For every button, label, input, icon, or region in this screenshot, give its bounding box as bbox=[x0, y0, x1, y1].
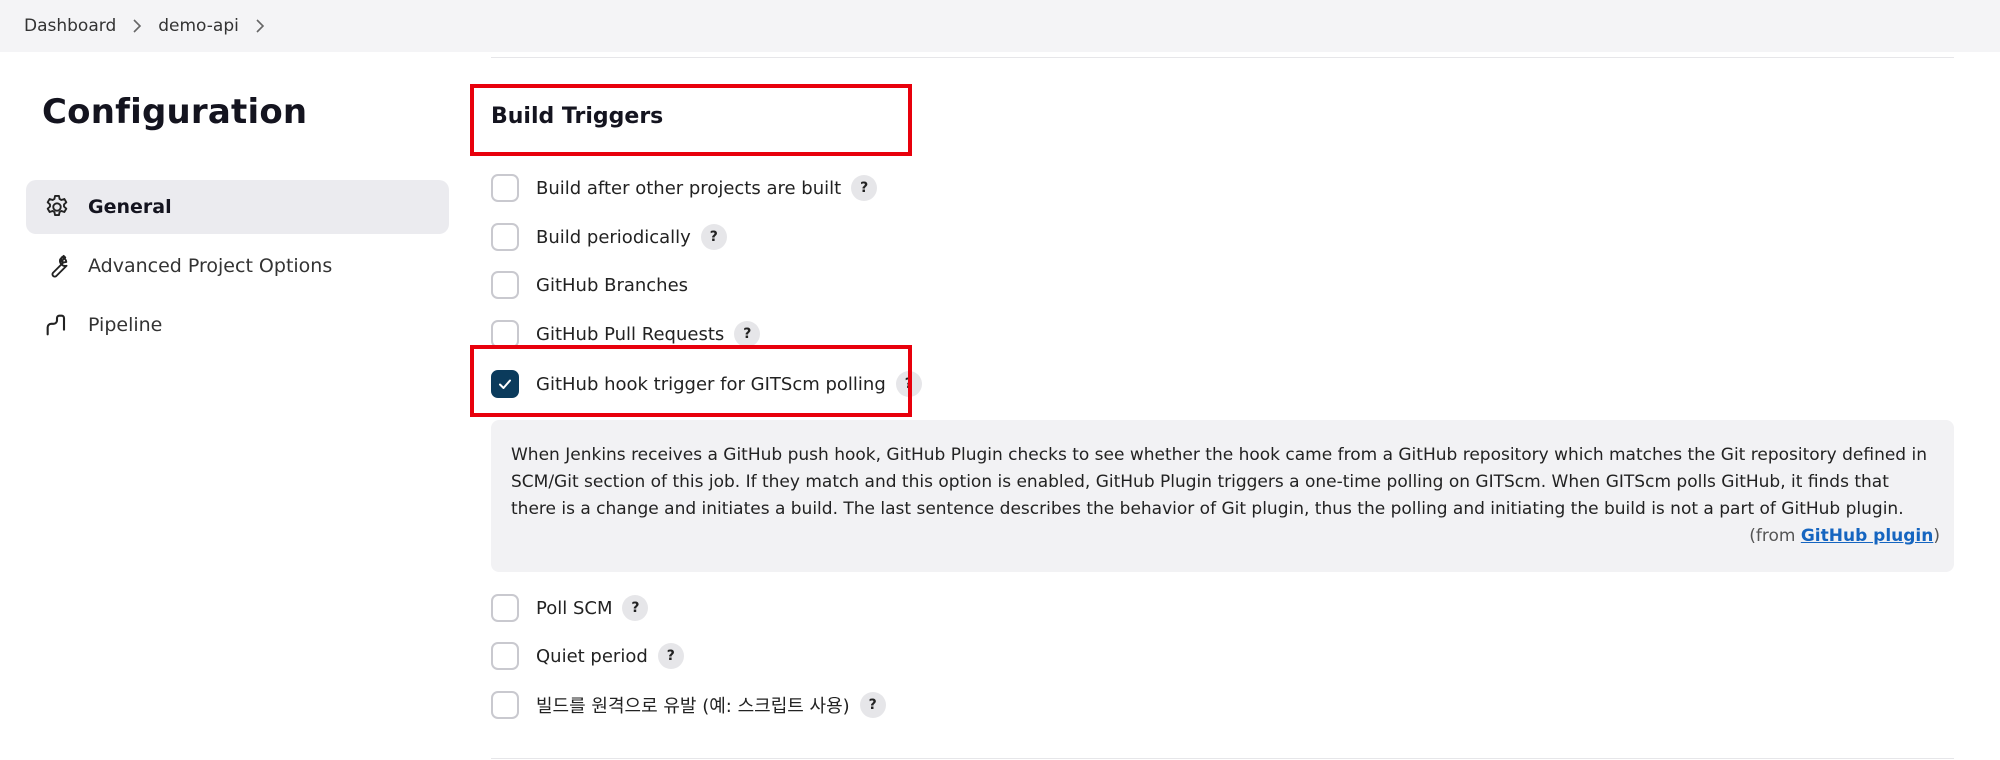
trigger-label[interactable]: GitHub Pull Requests bbox=[536, 324, 724, 345]
help-icon[interactable]: ? bbox=[700, 224, 727, 250]
trigger-label[interactable]: Build after other projects are built bbox=[536, 178, 841, 199]
help-source: (from GitHub plugin) bbox=[511, 523, 1940, 550]
trigger-quiet-period: Quiet period ? bbox=[491, 641, 684, 671]
chevron-right-icon bbox=[116, 16, 158, 36]
breadcrumb: Dashboard demo-api bbox=[0, 0, 2000, 52]
breadcrumb-demo-api[interactable]: demo-api bbox=[158, 16, 239, 36]
sidebar-item-label: Advanced Project Options bbox=[88, 255, 333, 277]
trigger-build-after-other-projects: Build after other projects are built ? bbox=[491, 173, 878, 203]
help-icon[interactable]: ? bbox=[851, 175, 878, 201]
checkbox[interactable] bbox=[491, 642, 519, 670]
sidebar-item-general[interactable]: General bbox=[26, 180, 449, 234]
checkbox[interactable] bbox=[491, 691, 519, 719]
checkbox[interactable] bbox=[491, 223, 519, 251]
gear-icon bbox=[42, 192, 72, 222]
section-title: Build Triggers bbox=[491, 104, 664, 129]
section-divider bbox=[491, 758, 1954, 759]
trigger-label[interactable]: Poll SCM bbox=[536, 598, 612, 619]
page-title: Configuration bbox=[42, 92, 308, 132]
help-panel: When Jenkins receives a GitHub push hook… bbox=[491, 420, 1954, 572]
chevron-right-icon[interactable] bbox=[239, 16, 281, 36]
help-text: When Jenkins receives a GitHub push hook… bbox=[511, 445, 1927, 519]
checkbox[interactable] bbox=[491, 271, 519, 299]
trigger-label[interactable]: Build periodically bbox=[536, 227, 691, 248]
sidebar-item-label: General bbox=[88, 196, 172, 218]
help-icon[interactable]: ? bbox=[734, 321, 761, 347]
option-highlight-box bbox=[470, 345, 912, 417]
checkbox[interactable] bbox=[491, 174, 519, 202]
trigger-label[interactable]: 빌드를 원격으로 유발 (예: 스크립트 사용) bbox=[536, 692, 850, 718]
sidebar-item-label: Pipeline bbox=[88, 314, 163, 336]
trigger-label[interactable]: GitHub Branches bbox=[536, 275, 688, 296]
checkbox[interactable] bbox=[491, 594, 519, 622]
sidebar-item-advanced-project-options[interactable]: Advanced Project Options bbox=[26, 239, 449, 293]
trigger-github-branches: GitHub Branches bbox=[491, 270, 688, 300]
help-icon[interactable]: ? bbox=[657, 643, 684, 669]
help-icon[interactable]: ? bbox=[622, 595, 649, 621]
sidebar-item-pipeline[interactable]: Pipeline bbox=[26, 298, 449, 352]
checkbox[interactable] bbox=[491, 320, 519, 348]
breadcrumb-dashboard[interactable]: Dashboard bbox=[24, 16, 116, 36]
help-source-prefix: (from bbox=[1749, 526, 1801, 546]
trigger-label[interactable]: Quiet period bbox=[536, 646, 648, 667]
help-source-suffix: ) bbox=[1933, 526, 1940, 546]
wrench-icon bbox=[42, 251, 72, 281]
pipeline-icon bbox=[42, 310, 72, 340]
trigger-remote-build: 빌드를 원격으로 유발 (예: 스크립트 사용) ? bbox=[491, 690, 886, 720]
trigger-poll-scm: Poll SCM ? bbox=[491, 593, 649, 623]
github-plugin-link[interactable]: GitHub plugin bbox=[1801, 526, 1934, 546]
sidebar: General Advanced Project Options Pipelin… bbox=[26, 180, 449, 357]
trigger-build-periodically: Build periodically ? bbox=[491, 222, 727, 252]
section-divider bbox=[491, 57, 1954, 58]
help-icon[interactable]: ? bbox=[859, 692, 886, 718]
